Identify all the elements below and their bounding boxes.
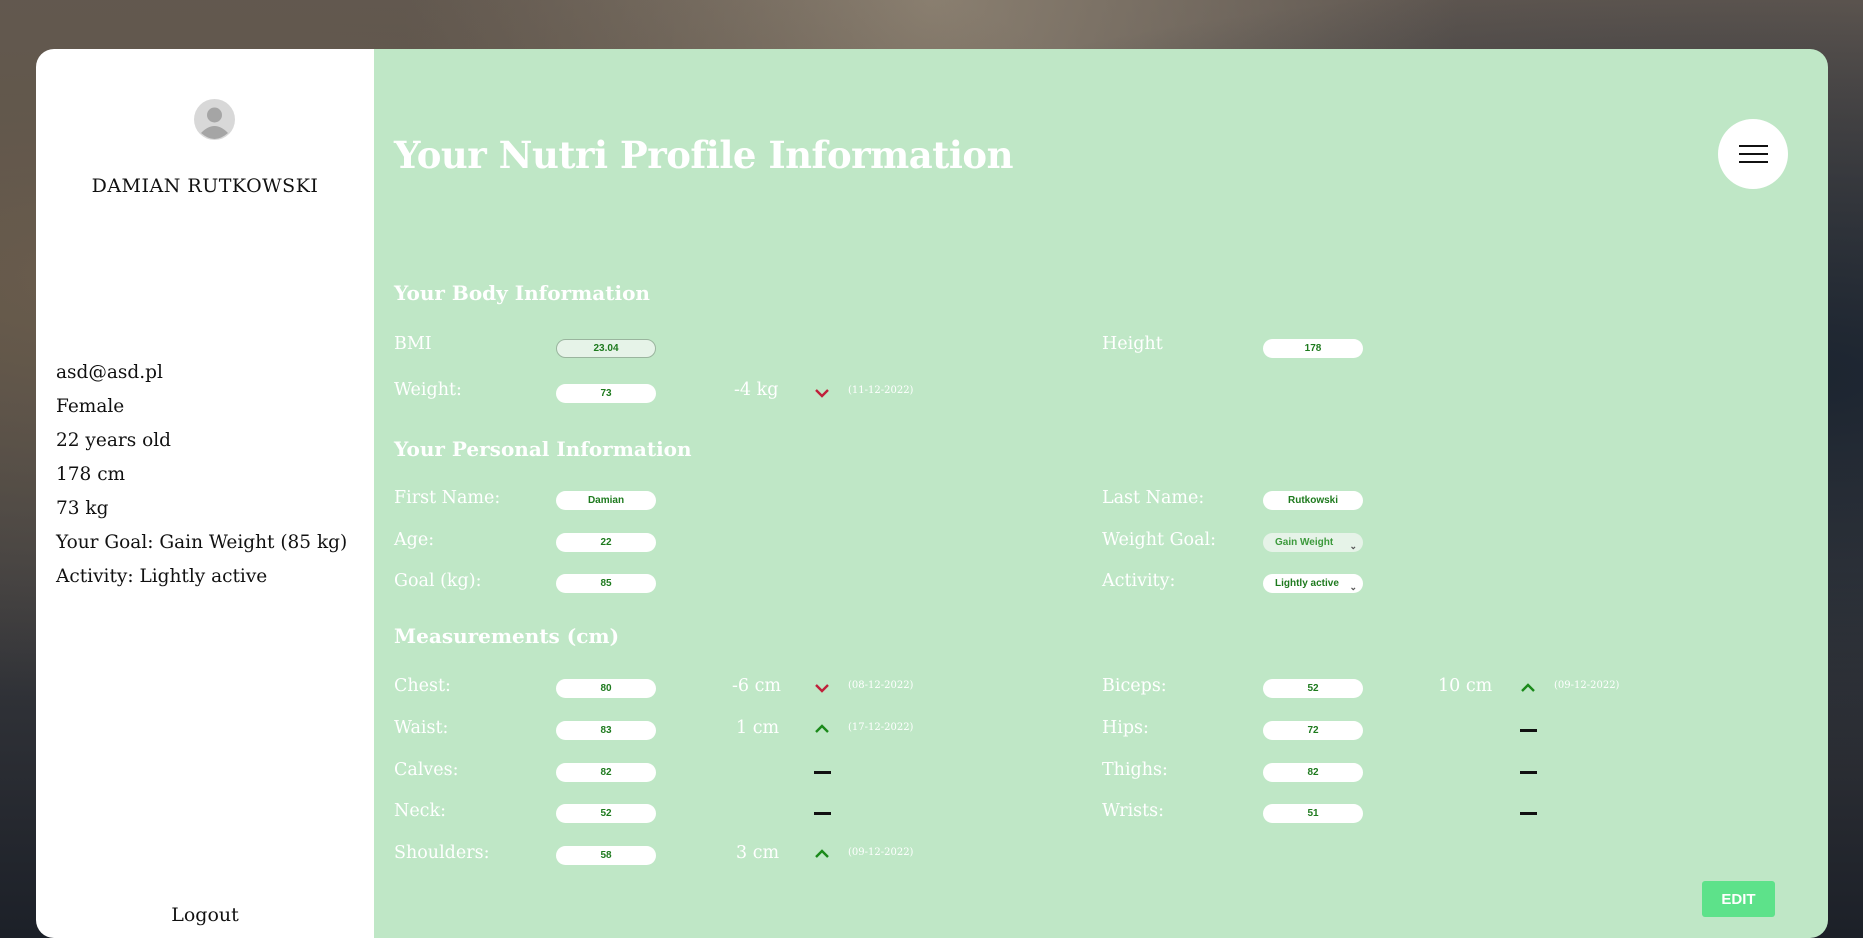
- logout-link[interactable]: Logout: [36, 904, 374, 926]
- no-change-icon: [814, 812, 831, 815]
- trend-up-icon: [1521, 683, 1535, 692]
- user-info-list: asd@asd.pl Female 22 years old 178 cm 73…: [56, 356, 347, 594]
- main-panel: Your Nutri Profile Information Your Body…: [374, 49, 1828, 938]
- biceps-label: Biceps:: [1102, 676, 1167, 696]
- weight-goal-value: Gain Weight: [1275, 537, 1334, 548]
- goal-label: Goal (kg):: [394, 571, 482, 591]
- chest-date: (08-12-2022): [848, 680, 914, 691]
- hamburger-icon: [1739, 153, 1768, 155]
- goal-field[interactable]: 85: [556, 574, 656, 593]
- trend-down-icon: [815, 684, 829, 693]
- first-name-field[interactable]: Damian: [556, 491, 656, 510]
- no-change-icon: [1520, 812, 1537, 815]
- user-name: DAMIAN RUTKOWSKI: [91, 175, 319, 197]
- chest-field[interactable]: 80: [556, 679, 656, 698]
- hips-field[interactable]: 72: [1263, 721, 1363, 740]
- hamburger-icon: [1739, 145, 1768, 147]
- user-avatar-icon: [194, 99, 235, 140]
- thighs-field[interactable]: 82: [1263, 763, 1363, 782]
- user-email: asd@asd.pl: [56, 362, 163, 383]
- user-age: 22 years old: [56, 430, 171, 451]
- chest-label: Chest:: [394, 676, 451, 696]
- weight-delta: -4 kg: [734, 380, 779, 400]
- calves-label: Calves:: [394, 760, 459, 780]
- section-title-measurements: Measurements (cm): [394, 624, 620, 648]
- weight-field[interactable]: 73: [556, 384, 656, 403]
- first-name-label: First Name:: [394, 488, 501, 508]
- calves-field[interactable]: 82: [556, 763, 656, 782]
- user-gender: Female: [56, 396, 125, 417]
- waist-date: (17-12-2022): [848, 722, 914, 733]
- weight-date: (11-12-2022): [848, 385, 914, 396]
- menu-button[interactable]: [1718, 119, 1788, 189]
- page-title: Your Nutri Profile Information: [394, 133, 1014, 177]
- age-label: Age:: [394, 530, 435, 550]
- hips-label: Hips:: [1102, 718, 1149, 738]
- trend-up-icon: [815, 849, 829, 858]
- chevron-down-icon: ⌄: [1349, 541, 1357, 551]
- user-activity: Activity: Lightly active: [56, 566, 268, 587]
- age-field[interactable]: 22: [556, 533, 656, 552]
- waist-label: Waist:: [394, 718, 449, 738]
- biceps-delta: 10 cm: [1438, 676, 1493, 696]
- section-title-body: Your Body Information: [394, 281, 650, 305]
- biceps-field[interactable]: 52: [1263, 679, 1363, 698]
- neck-field[interactable]: 52: [556, 804, 656, 823]
- activity-label: Activity:: [1102, 571, 1176, 591]
- trend-down-icon: [815, 389, 829, 398]
- section-title-personal: Your Personal Information: [394, 437, 692, 461]
- user-weight: 73 kg: [56, 498, 109, 519]
- no-change-icon: [814, 771, 831, 774]
- shoulders-label: Shoulders:: [394, 843, 490, 863]
- edit-button[interactable]: EDIT: [1702, 881, 1775, 917]
- profile-card: DAMIAN RUTKOWSKI asd@asd.pl Female 22 ye…: [36, 49, 1828, 938]
- neck-label: Neck:: [394, 801, 446, 821]
- last-name-label: Last Name:: [1102, 488, 1205, 508]
- biceps-date: (09-12-2022): [1554, 680, 1620, 691]
- waist-field[interactable]: 83: [556, 721, 656, 740]
- activity-value: Lightly active: [1275, 578, 1339, 589]
- weight-goal-label: Weight Goal:: [1102, 530, 1217, 550]
- wrists-field[interactable]: 51: [1263, 804, 1363, 823]
- height-label: Height: [1102, 334, 1163, 354]
- last-name-field[interactable]: Rutkowski: [1263, 491, 1363, 510]
- activity-select[interactable]: Lightly active ⌄: [1263, 574, 1363, 593]
- no-change-icon: [1520, 771, 1537, 774]
- user-height: 178 cm: [56, 464, 126, 485]
- wrists-label: Wrists:: [1102, 801, 1165, 821]
- weight-label: Weight:: [394, 380, 462, 400]
- height-field[interactable]: 178: [1263, 339, 1363, 358]
- shoulders-date: (09-12-2022): [848, 847, 914, 858]
- shoulders-field[interactable]: 58: [556, 846, 656, 865]
- chest-delta: -6 cm: [732, 676, 782, 696]
- weight-goal-select[interactable]: Gain Weight ⌄: [1263, 533, 1363, 552]
- hamburger-icon: [1739, 161, 1768, 163]
- chevron-down-icon: ⌄: [1349, 582, 1357, 592]
- no-change-icon: [1520, 729, 1537, 732]
- shoulders-delta: 3 cm: [736, 843, 780, 863]
- user-goal: Your Goal: Gain Weight (85 kg): [56, 532, 348, 553]
- bmi-label: BMI: [394, 334, 432, 354]
- trend-up-icon: [815, 724, 829, 733]
- bmi-field: 23.04: [556, 339, 656, 358]
- sidebar: DAMIAN RUTKOWSKI asd@asd.pl Female 22 ye…: [36, 49, 374, 938]
- waist-delta: 1 cm: [736, 718, 780, 738]
- thighs-label: Thighs:: [1102, 760, 1168, 780]
